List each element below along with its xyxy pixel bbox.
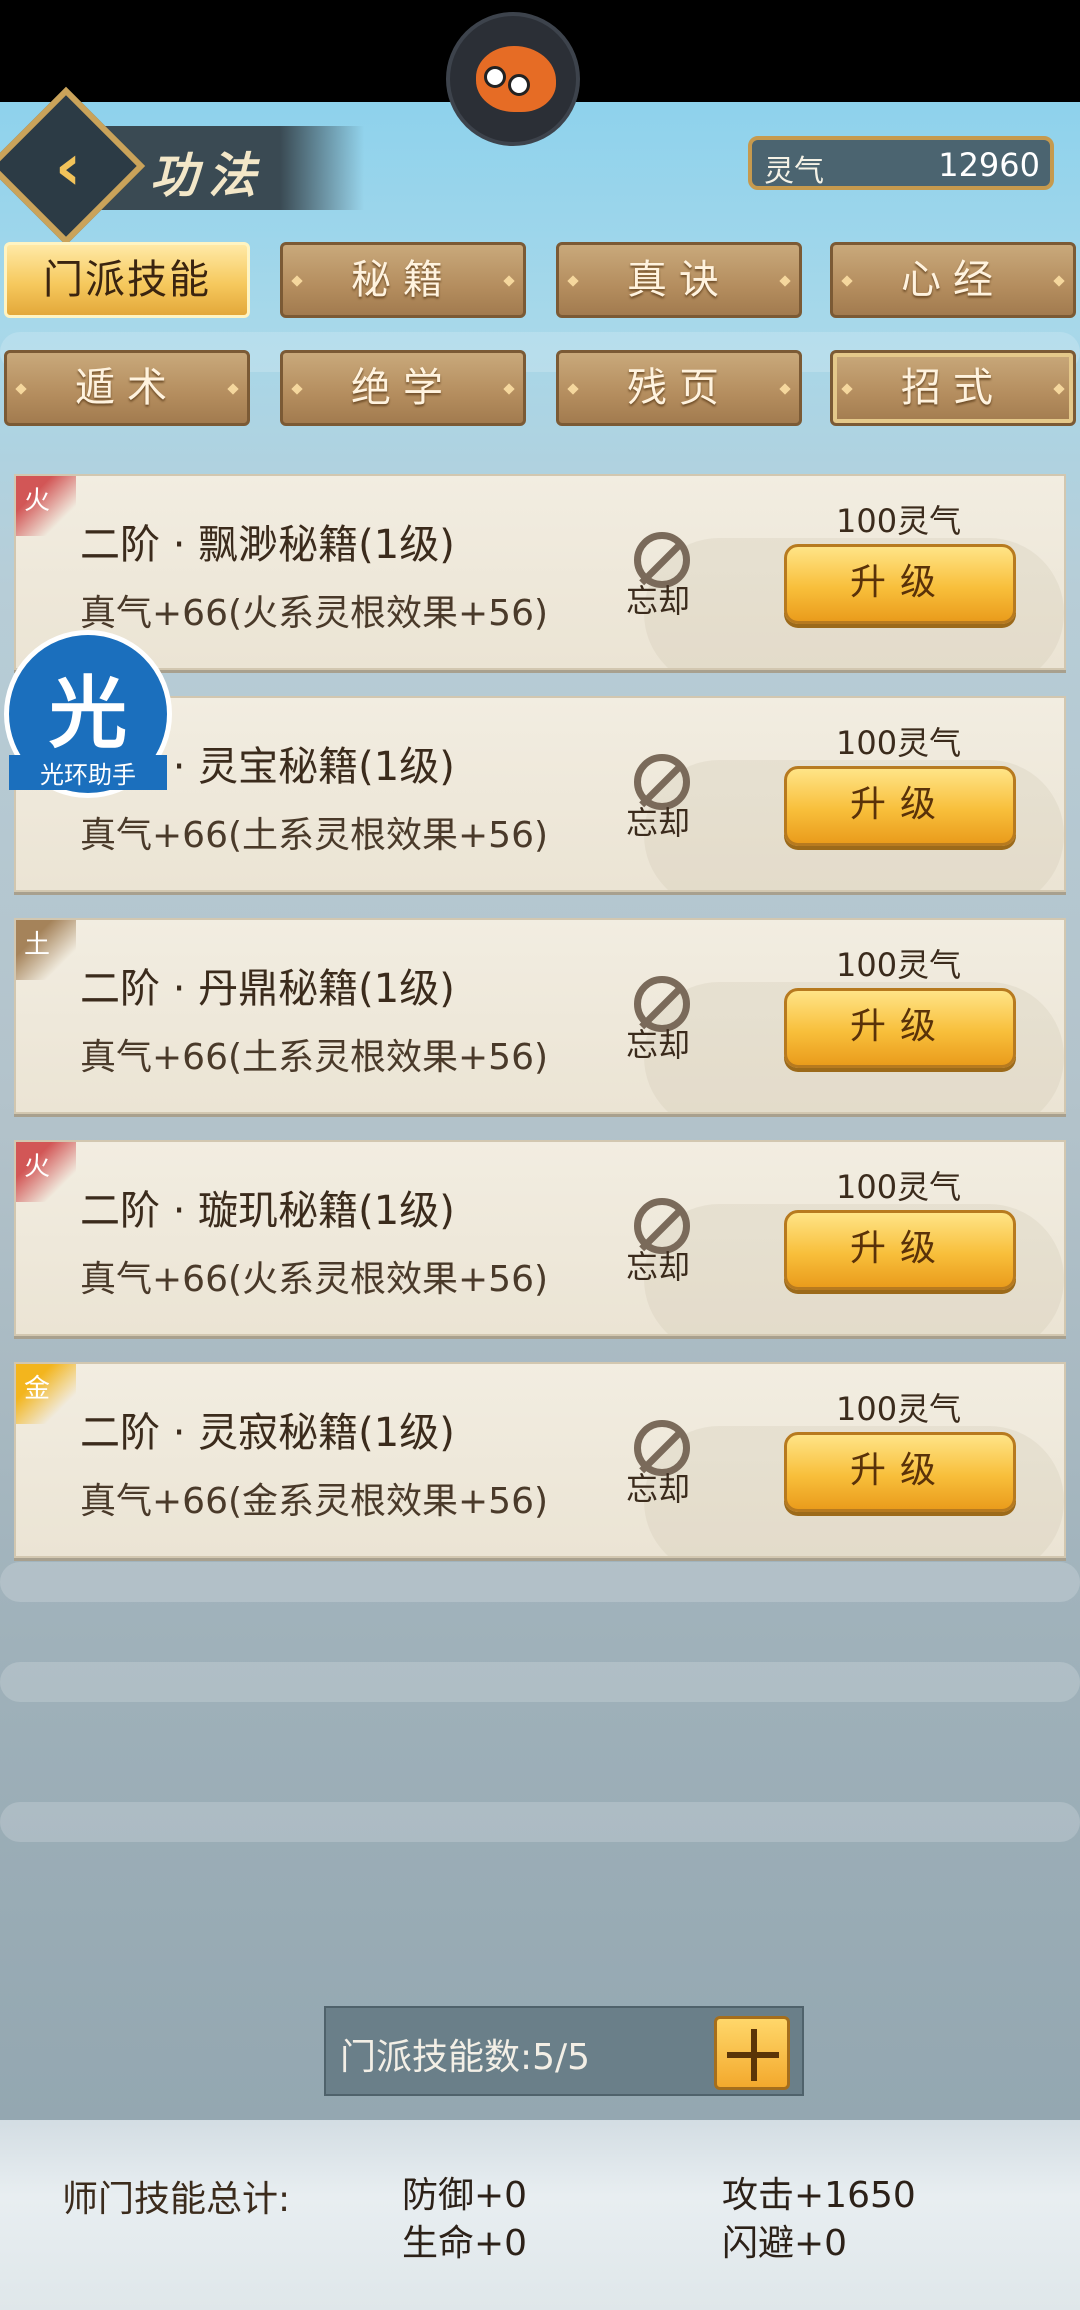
tab-ornament [841, 383, 853, 395]
tab-ultimate-arts[interactable]: 绝学 [280, 350, 526, 426]
skill-card: 金 二阶 · 灵寂秘籍(1级) 真气+66(金系灵根效果+56) 忘却 100灵… [14, 1362, 1066, 1558]
skill-effect: 真气+66(火系灵根效果+56) [80, 1259, 549, 1300]
tab-ornament [15, 383, 27, 395]
upgrade-cost: 100灵气 [836, 502, 962, 540]
upgrade-cost: 100灵气 [836, 1168, 962, 1206]
summary-panel: 师门技能总计: 防御+0 生命+0 攻击+1650 闪避+0 [0, 2120, 1080, 2310]
forget-button[interactable]: 忘却 [626, 1020, 690, 1066]
tab-ornament [779, 383, 791, 395]
tab-label: 秘籍 [351, 257, 455, 303]
tab-ornament [779, 275, 791, 287]
skill-effect: 真气+66(火系灵根效果+56) [80, 593, 549, 634]
back-arrow-icon: ‹ [54, 131, 82, 205]
tab-ornament [567, 275, 579, 287]
cloud-decoration [0, 1662, 1080, 1702]
tab-label: 遁术 [75, 365, 179, 411]
forget-button[interactable]: 忘却 [626, 798, 690, 844]
skill-name: 二阶 · 丹鼎秘籍(1级) [80, 966, 455, 1012]
forget-button[interactable]: 忘却 [626, 576, 690, 622]
tab-secret-books[interactable]: 秘籍 [280, 242, 526, 318]
skill-card: 火 二阶 · 飘渺秘籍(1级) 真气+66(火系灵根效果+56) 忘却 100灵… [14, 474, 1066, 670]
upgrade-button[interactable]: 升级 [784, 1210, 1016, 1290]
skill-card: 火 二阶 · 璇玑秘籍(1级) 真气+66(火系灵根效果+56) 忘却 100灵… [14, 1140, 1066, 1336]
skill-count-text: 门派技能数:5/5 [340, 2037, 591, 2078]
tab-ornament [291, 275, 303, 287]
helper-badge-glyph: 光 [48, 669, 127, 759]
tab-heart-sutra[interactable]: 心经 [830, 242, 1076, 318]
stat-hp: 生命+0 [402, 2223, 528, 2264]
stat-attack: 攻击+1650 [722, 2175, 916, 2216]
skill-card: 土 二阶 · 丹鼎秘籍(1级) 真气+66(土系灵根效果+56) 忘却 100灵… [14, 918, 1066, 1114]
tab-label: 真诀 [627, 257, 731, 303]
add-slot-button[interactable] [714, 2016, 790, 2090]
summary-label: 师门技能总计: [62, 2179, 291, 2220]
lingqi-label: 灵气 [764, 154, 824, 189]
tab-ornament [1053, 383, 1065, 395]
element-label: 火 [24, 486, 51, 516]
skill-effect: 真气+66(土系灵根效果+56) [80, 1037, 549, 1078]
tab-true-formula[interactable]: 真诀 [556, 242, 802, 318]
skill-name: 二阶 · 璇玑秘籍(1级) [80, 1188, 455, 1234]
page-title: 功法 [150, 148, 267, 204]
tab-label: 残页 [627, 365, 731, 411]
tab-sect-skills[interactable]: 门派技能 [4, 242, 250, 318]
cloud-decoration [0, 1802, 1080, 1842]
tab-escape-arts[interactable]: 遁术 [4, 350, 250, 426]
tab-label: 心经 [901, 257, 1005, 303]
tab-ornament [503, 383, 515, 395]
tab-ornament [503, 275, 515, 287]
forget-button[interactable]: 忘却 [626, 1464, 690, 1510]
skill-count-bar: 门派技能数:5/5 [324, 2006, 804, 2096]
element-label: 金 [24, 1374, 51, 1404]
tab-label: 绝学 [351, 365, 455, 411]
tab-moves[interactable]: 招式 [830, 350, 1076, 426]
stat-dodge: 闪避+0 [722, 2223, 848, 2264]
upgrade-button[interactable]: 升级 [784, 988, 1016, 1068]
forget-button[interactable]: 忘却 [626, 1242, 690, 1288]
upgrade-cost: 100灵气 [836, 724, 962, 762]
skill-effect: 真气+66(金系灵根效果+56) [80, 1481, 549, 1522]
upgrade-button[interactable]: 升级 [784, 544, 1016, 624]
element-label: 土 [24, 930, 51, 960]
tab-fragments[interactable]: 残页 [556, 350, 802, 426]
tab-ornament [841, 275, 853, 287]
upgrade-button[interactable]: 升级 [784, 766, 1016, 846]
floating-helper-badge[interactable]: 光 光环助手 [4, 630, 172, 798]
helper-badge-text: 光环助手 [9, 755, 167, 790]
tab-label: 招式 [901, 365, 1005, 411]
upgrade-cost: 100灵气 [836, 1390, 962, 1428]
mascot-eye-right [508, 74, 530, 96]
skill-name: 二阶 · 飘渺秘籍(1级) [80, 522, 455, 568]
tab-ornament [291, 383, 303, 395]
tab-ornament [1053, 275, 1065, 287]
tab-ornament [567, 383, 579, 395]
skill-effect: 真气+66(土系灵根效果+56) [80, 815, 549, 856]
element-label: 火 [24, 1152, 51, 1182]
lingqi-counter: 灵气 12960 [748, 136, 1054, 190]
tab-label: 门派技能 [43, 257, 211, 303]
mascot-avatar[interactable] [446, 12, 580, 146]
stat-defense: 防御+0 [402, 2175, 528, 2216]
cloud-decoration [0, 1562, 1080, 1602]
skill-card: 二阶 · 灵宝秘籍(1级) 真气+66(土系灵根效果+56) 忘却 100灵气 … [14, 696, 1066, 892]
lingqi-value: 12960 [938, 146, 1040, 184]
upgrade-button[interactable]: 升级 [784, 1432, 1016, 1512]
tab-ornament [227, 383, 239, 395]
mascot-eye-left [484, 66, 506, 88]
upgrade-cost: 100灵气 [836, 946, 962, 984]
skill-name: 二阶 · 灵寂秘籍(1级) [80, 1410, 455, 1456]
